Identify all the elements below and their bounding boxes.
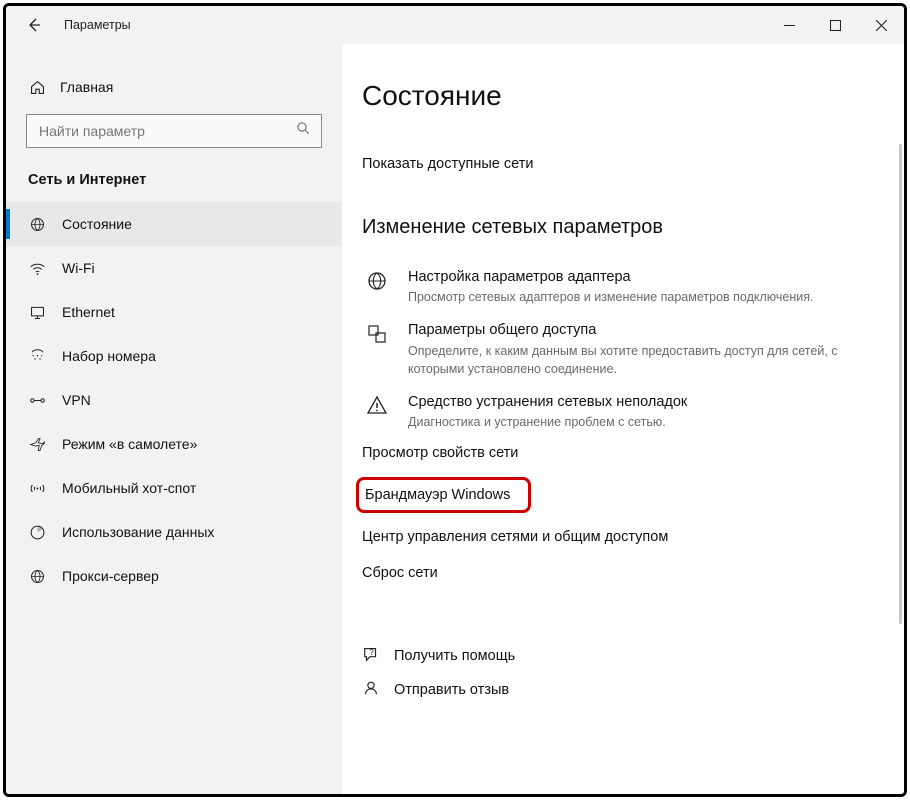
nav-label: Прокси-сервер [62, 568, 159, 584]
help-icon: ? [362, 645, 380, 667]
nav-item-proxy[interactable]: Прокси-сервер [6, 554, 342, 598]
nav-label: VPN [62, 392, 91, 408]
maximize-icon [830, 20, 841, 31]
option-title: Настройка параметров адаптера [408, 267, 862, 287]
nav-label: Мобильный хот-спот [62, 480, 196, 496]
nav-item-datausage[interactable]: Использование данных [6, 510, 342, 554]
nav-label: Состояние [62, 216, 132, 232]
option-troubleshoot[interactable]: Средство устранения сетевых неполадок Ди… [362, 382, 886, 435]
nav-item-wifi[interactable]: Wi-Fi [6, 246, 342, 290]
titlebar: Параметры [6, 6, 904, 44]
footer-links: ? Получить помощь Отправить отзыв [362, 639, 886, 707]
close-button[interactable] [858, 6, 904, 44]
proxy-icon [28, 567, 46, 585]
settings-window: Параметры Главная [3, 3, 907, 797]
feedback-label: Отправить отзыв [394, 682, 509, 698]
network-center-link[interactable]: Центр управления сетями и общим доступом [362, 519, 886, 555]
nav-item-hotspot[interactable]: Мобильный хот-спот [6, 466, 342, 510]
main-content: Состояние Показать доступные сети Измене… [342, 44, 904, 794]
status-icon [28, 215, 46, 233]
get-help-label: Получить помощь [394, 648, 515, 664]
highlight-annotation: Брандмауэр Windows [356, 477, 531, 513]
page-heading: Состояние [362, 80, 886, 112]
troubleshoot-icon [362, 392, 392, 431]
airplane-icon [28, 435, 46, 453]
show-networks-link[interactable]: Показать доступные сети [362, 148, 533, 180]
option-title: Параметры общего доступа [408, 320, 862, 340]
nav-label: Wi-Fi [62, 260, 95, 276]
get-help-link[interactable]: ? Получить помощь [362, 639, 886, 673]
search-input[interactable] [37, 122, 296, 140]
option-desc: Определите, к каким данным вы хотите пре… [408, 342, 862, 378]
window-controls [766, 6, 904, 44]
nav-item-ethernet[interactable]: Ethernet [6, 290, 342, 334]
arrow-left-icon [26, 17, 42, 33]
nav-item-status[interactable]: Состояние [6, 202, 342, 246]
view-properties-link[interactable]: Просмотр свойств сети [362, 435, 886, 471]
sharing-icon [362, 320, 392, 378]
back-button[interactable] [20, 6, 48, 44]
scrollbar-thumb[interactable] [899, 144, 902, 624]
nav-item-vpn[interactable]: VPN [6, 378, 342, 422]
wifi-icon [28, 259, 46, 277]
datausage-icon [28, 523, 46, 541]
feedback-icon [362, 679, 380, 701]
vpn-icon [28, 391, 46, 409]
close-icon [876, 20, 887, 31]
home-icon [28, 78, 46, 96]
minimize-button[interactable] [766, 6, 812, 44]
globe-icon [362, 267, 392, 306]
nav-label: Использование данных [62, 524, 214, 540]
ethernet-icon [28, 303, 46, 321]
search-icon [296, 121, 311, 141]
search-box[interactable] [26, 114, 322, 148]
window-title: Параметры [64, 18, 131, 32]
sidebar-section-title: Сеть и Интернет [6, 166, 342, 202]
nav-label: Набор номера [62, 348, 156, 364]
nav-label: Ethernet [62, 304, 115, 320]
feedback-link[interactable]: Отправить отзыв [362, 673, 886, 707]
option-desc: Диагностика и устранение проблем с сетью… [408, 413, 862, 431]
option-sharing-settings[interactable]: Параметры общего доступа Определите, к к… [362, 310, 886, 382]
home-label: Главная [60, 79, 113, 95]
nav-item-airplane[interactable]: Режим «в самолете» [6, 422, 342, 466]
network-reset-link[interactable]: Сброс сети [362, 555, 886, 591]
option-adapter-settings[interactable]: Настройка параметров адаптера Просмотр с… [362, 257, 886, 310]
nav-item-dialup[interactable]: Набор номера [6, 334, 342, 378]
svg-text:?: ? [369, 648, 374, 657]
subheader-change-settings: Изменение сетевых параметров [362, 216, 886, 239]
option-title: Средство устранения сетевых неполадок [408, 392, 862, 412]
maximize-button[interactable] [812, 6, 858, 44]
option-desc: Просмотр сетевых адаптеров и изменение п… [408, 288, 862, 306]
minimize-icon [784, 20, 795, 31]
nav-label: Режим «в самолете» [62, 436, 197, 452]
sidebar: Главная Сеть и Интернет Состояние Wi [6, 44, 342, 794]
firewall-link[interactable]: Брандмауэр Windows [365, 487, 510, 503]
window-body: Главная Сеть и Интернет Состояние Wi [6, 44, 904, 794]
dialup-icon [28, 347, 46, 365]
home-nav[interactable]: Главная [6, 72, 342, 110]
hotspot-icon [28, 479, 46, 497]
